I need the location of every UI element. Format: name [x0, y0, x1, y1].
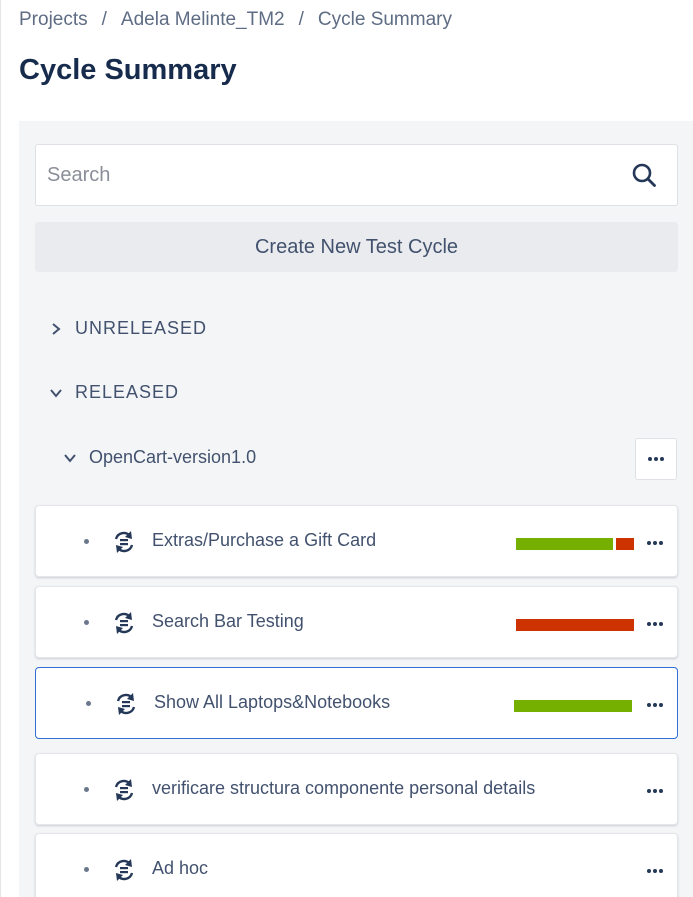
breadcrumb-project[interactable]: Adela Melinte_TM2: [121, 9, 285, 31]
cycle-more-button[interactable]: [640, 690, 670, 720]
bullet: [84, 620, 89, 625]
cycle-summary-page: Projects / Adela Melinte_TM2 / Cycle Sum…: [0, 0, 693, 897]
bullet: [86, 701, 91, 706]
more-icon: [647, 541, 663, 545]
cycle-progress-bar: [516, 786, 634, 798]
progress-pass-segment: [514, 700, 632, 712]
create-test-cycle-button[interactable]: Create New Test Cycle: [35, 222, 678, 272]
search-box: [35, 144, 678, 206]
cycle-more-button[interactable]: [640, 856, 670, 886]
more-icon: [647, 622, 663, 626]
chevron-down-icon: [49, 386, 63, 400]
breadcrumb-separator: /: [101, 9, 107, 30]
version-label: OpenCart-version1.0: [89, 447, 257, 467]
progress-pass-segment: [516, 538, 613, 550]
cycle-more-button[interactable]: [640, 528, 670, 558]
search-icon[interactable]: [619, 150, 669, 200]
more-icon: [647, 789, 663, 793]
cycle-label: Extras/Purchase a Gift Card: [152, 530, 377, 550]
progress-fail-segment: [616, 538, 634, 550]
cycle-label: Ad hoc: [152, 858, 209, 878]
cycle-tree-panel: Create New Test Cycle UNRELEASED RELEASE…: [19, 121, 693, 897]
group-unreleased[interactable]: UNRELEASED: [49, 318, 207, 339]
search-input[interactable]: [36, 145, 619, 205]
version-more-button[interactable]: [635, 438, 677, 480]
more-icon: [648, 457, 664, 461]
cycle-label: verificare structura componente personal…: [152, 778, 536, 798]
cycle-label: Show All Laptops&Notebooks: [154, 692, 391, 712]
test-cycle-icon: [110, 528, 138, 556]
breadcrumb-current: Cycle Summary: [317, 9, 452, 30]
chevron-down-icon: [63, 451, 77, 465]
chevron-right-icon: [49, 322, 63, 336]
progress-fail-segment: [516, 619, 634, 631]
group-released-label: RELEASED: [75, 382, 180, 402]
test-cycle-icon: [110, 776, 138, 804]
cycle-more-button[interactable]: [640, 609, 670, 639]
more-icon: [647, 703, 663, 707]
bullet: [84, 539, 89, 544]
cycle-item[interactable]: Search Bar Testing: [35, 586, 678, 658]
group-released[interactable]: RELEASED: [49, 382, 179, 403]
breadcrumb-projects[interactable]: Projects: [19, 9, 88, 31]
cycle-item[interactable]: Ad hoc: [35, 833, 678, 897]
more-icon: [647, 869, 663, 873]
test-cycle-icon: [110, 609, 138, 637]
cycle-progress-bar: [516, 866, 634, 878]
cycle-progress-bar: [514, 700, 632, 712]
version-opencart[interactable]: OpenCart-version1.0: [63, 447, 256, 468]
group-unreleased-label: UNRELEASED: [75, 318, 208, 338]
cycle-item[interactable]: Extras/Purchase a Gift Card: [35, 505, 678, 577]
cycle-progress-bar: [516, 538, 634, 550]
cycle-more-button[interactable]: [640, 776, 670, 806]
test-cycle-icon: [112, 690, 140, 718]
bullet: [84, 787, 89, 792]
test-cycle-icon: [110, 856, 138, 884]
cycle-item[interactable]: verificare structura componente personal…: [35, 753, 678, 825]
cycle-item[interactable]: Show All Laptops&Notebooks: [35, 667, 678, 739]
cycle-label: Search Bar Testing: [152, 611, 304, 631]
cycle-progress-bar: [516, 619, 634, 631]
breadcrumb-separator: /: [298, 9, 304, 30]
bullet: [84, 867, 89, 872]
breadcrumb: Projects / Adela Melinte_TM2 / Cycle Sum…: [19, 9, 452, 31]
page-title: Cycle Summary: [19, 54, 237, 86]
